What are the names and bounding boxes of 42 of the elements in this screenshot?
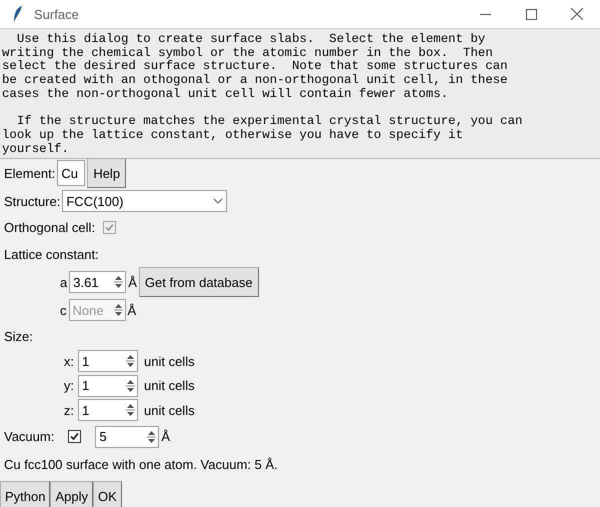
size-spinbox[interactable]: 1 xyxy=(78,399,138,422)
spinner-arrows-icon[interactable] xyxy=(147,428,156,444)
orthogonal-label: Orthogonal cell: xyxy=(4,220,96,235)
unit-label: unit cells xyxy=(144,354,195,369)
axis-label: z: xyxy=(62,402,74,418)
checkbox[interactable] xyxy=(68,430,82,443)
summary-text: Cu fcc100 surface with one atom. Vacuum: 5 Å. xyxy=(4,457,278,472)
unit-label: Å xyxy=(128,274,137,290)
dialog-button[interactable]: Apply xyxy=(50,480,94,507)
size-label: Size: xyxy=(4,329,33,344)
vacuum-label: Vacuum: xyxy=(4,429,54,444)
feather-icon xyxy=(12,5,24,23)
description-text: Use this dialog to create surface slabs. Select the element by writing the chemical symbol or the atomic number in the box. Then select the desired surface structure. Note that some structures can be created with an othogonal or a non-orthogonal unit cell, in these cases the non-orthogonal unit cell will contain fewer atoms. If the structure matches the experimental crystal structure, you can look up the lattice constant, otherwise you have to specify it yourself. xyxy=(0,29,600,159)
close-icon xyxy=(571,8,583,20)
axis-label: x: xyxy=(62,354,74,369)
parameter-spinbox[interactable]: 3.61 xyxy=(69,271,126,293)
vacuum-spinbox[interactable]: 5 xyxy=(95,426,160,448)
unit-label: unit cells xyxy=(144,402,195,418)
get-from-database-button[interactable]: Get from database xyxy=(138,267,259,297)
element-label: Element: xyxy=(4,166,56,180)
size-spinbox[interactable]: 1 xyxy=(78,374,138,397)
unit-label: Å xyxy=(161,429,170,444)
parameter-label: a xyxy=(60,274,68,290)
structure-dropdown[interactable]: FCC(100) xyxy=(62,190,228,212)
window-title: Surface xyxy=(34,6,79,22)
unit-label: Å xyxy=(128,302,136,318)
chevron-down-icon xyxy=(213,198,224,204)
parameter-label: c xyxy=(60,302,66,318)
spinner-arrows-icon[interactable] xyxy=(126,402,135,418)
unit-label: unit cells xyxy=(144,378,195,394)
axis-label: y: xyxy=(62,378,74,394)
element-field[interactable]: Cu xyxy=(57,160,86,186)
spinner-arrows-icon[interactable] xyxy=(114,274,124,290)
structure-label: Structure: xyxy=(4,194,60,208)
dialog-button[interactable]: Python xyxy=(0,480,50,507)
dialog-button[interactable]: OK xyxy=(93,480,122,507)
maximize-icon xyxy=(526,8,536,20)
lattice-label: Lattice constant: xyxy=(4,246,99,262)
spinner-arrows-icon[interactable] xyxy=(126,378,135,394)
help-button[interactable]: Help xyxy=(87,158,126,188)
spinner-arrows-icon[interactable] xyxy=(126,353,135,370)
size-spinbox[interactable]: 1 xyxy=(78,350,138,372)
